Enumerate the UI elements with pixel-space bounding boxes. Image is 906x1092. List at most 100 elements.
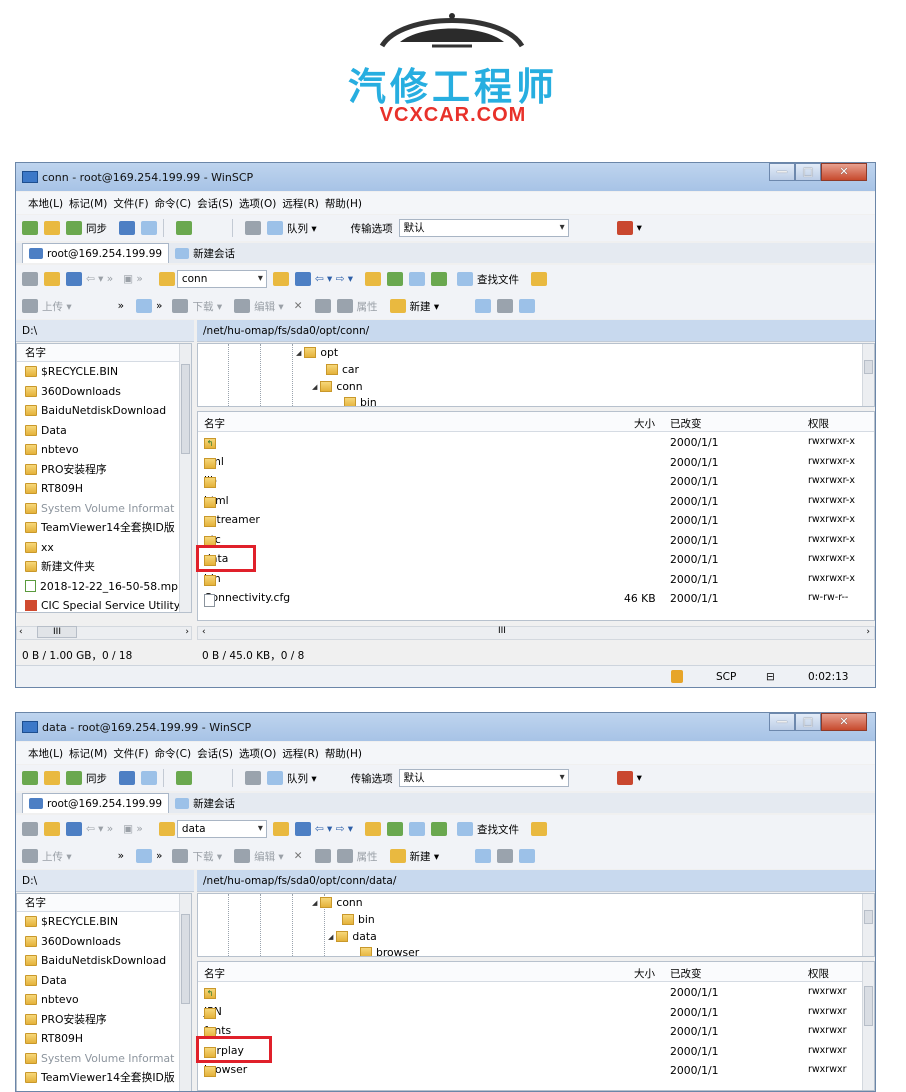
column-size[interactable]: 大小	[634, 966, 655, 981]
list-item[interactable]: RT809H	[17, 1029, 191, 1049]
home-icon[interactable]	[409, 272, 426, 286]
parent-dir-icon[interactable]	[365, 272, 382, 286]
remote-path[interactable]: /net/hu-omap/fs/sda0/opt/conn/	[197, 320, 875, 342]
menu-options[interactable]: 选项(O)	[239, 746, 276, 761]
refresh-icon[interactable]	[431, 822, 448, 836]
local-file-list[interactable]: 名字 $RECYCLE.BIN 360Downloads BaiduNetdiskD…	[16, 343, 192, 613]
search-icon[interactable]	[457, 822, 474, 836]
compare-icon[interactable]	[22, 221, 38, 235]
table-row[interactable]: html 2000/1/1 rwxrwxr-x	[198, 492, 874, 512]
tree-toggle-icon[interactable]	[531, 272, 548, 286]
menu-mark[interactable]: 标记(M)	[69, 746, 107, 761]
nav-back-button[interactable]: ⇦ ▾ ⇨ ▾	[315, 823, 353, 835]
list-item[interactable]: Data	[17, 971, 191, 991]
column-rights[interactable]: 权限	[808, 416, 829, 431]
sync-icon[interactable]	[66, 221, 82, 235]
open-dir-icon[interactable]	[272, 822, 289, 836]
new-icon[interactable]	[389, 299, 406, 313]
list-item[interactable]: 2018-12-22_16-50-58.mp	[17, 577, 191, 597]
unselect-icon[interactable]	[497, 849, 514, 863]
open-folder-icon[interactable]	[44, 272, 60, 286]
root-dir-icon[interactable]	[387, 272, 404, 286]
tree-toggle-icon[interactable]	[531, 822, 548, 836]
transfer-settings-select[interactable]: 默认	[398, 769, 569, 787]
tab-session-active[interactable]: root@169.254.199.99	[22, 793, 170, 813]
parent-button[interactable]: ▣ »	[123, 273, 143, 285]
edit-icon[interactable]	[234, 849, 251, 863]
unselect-icon[interactable]	[497, 299, 514, 313]
tab-new-session[interactable]: 新建会话	[169, 793, 241, 813]
remote-path[interactable]: /net/hu-omap/fs/sda0/opt/conn/data/	[197, 870, 875, 892]
column-name[interactable]: 名字	[17, 894, 191, 912]
table-row[interactable]: xml2000/1/1rwxrwxr-x	[198, 453, 874, 473]
table-row[interactable]: ↰..2000/1/1rwxrwxr	[198, 983, 874, 1003]
tree-node[interactable]: bin	[344, 396, 377, 406]
list-item[interactable]: 360Downloads	[17, 932, 191, 952]
table-row[interactable]: gstreamer 2000/1/1 rwxrwxr-x	[198, 511, 874, 531]
table-row[interactable]: data 2000/1/1 rwxrwxr-x	[198, 550, 874, 570]
local-file-list[interactable]: 名字 $RECYCLE.BIN 360Downloads BaiduNetdiskD…	[16, 893, 192, 1091]
find-files-button[interactable]: 查找文件	[477, 272, 519, 287]
nav-back-button[interactable]: ⇦ ▾ ⇨ ▾	[315, 273, 353, 285]
list-item[interactable]: nbtevo	[17, 990, 191, 1010]
table-row[interactable]: JPN2000/1/1rwxrwxr	[198, 1003, 874, 1023]
add-icon[interactable]	[136, 849, 153, 863]
list-item[interactable]: System Volume Informat	[17, 1049, 191, 1069]
list-item[interactable]: RT809H	[17, 479, 191, 499]
download-icon[interactable]	[172, 849, 189, 863]
menu-file[interactable]: 文件(F)	[113, 746, 148, 761]
parent-dir-icon[interactable]	[365, 822, 382, 836]
close-button[interactable]: ✕	[821, 163, 867, 181]
list-item[interactable]: BaiduNetdiskDownload	[17, 401, 191, 421]
list-item[interactable]: Data	[17, 421, 191, 441]
edit-button[interactable]: 编辑 ▾	[254, 849, 284, 864]
rename-icon[interactable]	[314, 849, 331, 863]
settings-icon[interactable]	[245, 221, 261, 235]
select-all-icon[interactable]	[475, 299, 492, 313]
table-row[interactable]: ↰..2000/1/1rwxrwxr-x	[198, 433, 874, 453]
preferences-icon[interactable]	[176, 221, 192, 235]
sync-icon[interactable]	[66, 771, 82, 785]
back-button[interactable]: ⇦ ▾ »	[86, 273, 113, 285]
column-size[interactable]: 大小	[634, 416, 655, 431]
list-item[interactable]: nbtevo	[17, 440, 191, 460]
terminal-icon[interactable]	[119, 771, 135, 785]
commander-icon[interactable]	[44, 221, 60, 235]
column-name[interactable]: 名字	[204, 416, 225, 431]
select-filter-icon[interactable]	[519, 849, 536, 863]
remote-hscroll[interactable]: ‹ III ›	[197, 626, 875, 640]
menu-file[interactable]: 文件(F)	[113, 196, 148, 211]
terminal-icon[interactable]	[119, 221, 135, 235]
column-changed[interactable]: 已改变	[670, 966, 702, 981]
list-item[interactable]: $RECYCLE.BIN	[17, 362, 191, 382]
drive-icon[interactable]	[22, 272, 38, 286]
parent-button[interactable]: ▣ »	[123, 823, 143, 835]
add-icon[interactable]	[136, 299, 153, 313]
table-row[interactable]: Connectivity.cfg 46 KB 2000/1/1 rw-rw-r--	[198, 589, 874, 609]
tree-node[interactable]: ◢ conn	[312, 896, 363, 909]
menu-commands[interactable]: 命令(C)	[155, 196, 192, 211]
home-icon[interactable]	[409, 822, 426, 836]
properties-button[interactable]: 属性	[357, 299, 378, 314]
list-item[interactable]: 新建文件夹	[17, 557, 191, 577]
download-button[interactable]: 下载 ▾	[192, 849, 222, 864]
list-item[interactable]: PRO安装程序	[17, 460, 191, 480]
filter-icon[interactable]	[66, 272, 82, 286]
sync-button[interactable]: 同步	[86, 771, 107, 786]
close-button[interactable]: ✕	[821, 713, 867, 731]
preferences-icon[interactable]	[176, 771, 192, 785]
open-folder-icon[interactable]	[44, 822, 60, 836]
local-hscroll[interactable]: ‹ III ›	[16, 626, 192, 640]
table-row[interactable]: bin2000/1/1rwxrwxr-x	[198, 570, 874, 590]
column-name[interactable]: 名字	[17, 344, 191, 362]
new-icon[interactable]	[389, 849, 406, 863]
menu-help[interactable]: 帮助(H)	[325, 746, 362, 761]
maximize-button[interactable]: □	[795, 163, 821, 181]
list-item[interactable]: System Volume Informat	[17, 499, 191, 519]
download-icon[interactable]	[172, 299, 189, 313]
refresh-icon[interactable]	[431, 272, 448, 286]
root-dir-icon[interactable]	[387, 822, 404, 836]
menu-session[interactable]: 会话(S)	[197, 196, 233, 211]
menu-options[interactable]: 选项(O)	[239, 196, 276, 211]
transfer-settings-select[interactable]: 默认	[398, 219, 569, 237]
